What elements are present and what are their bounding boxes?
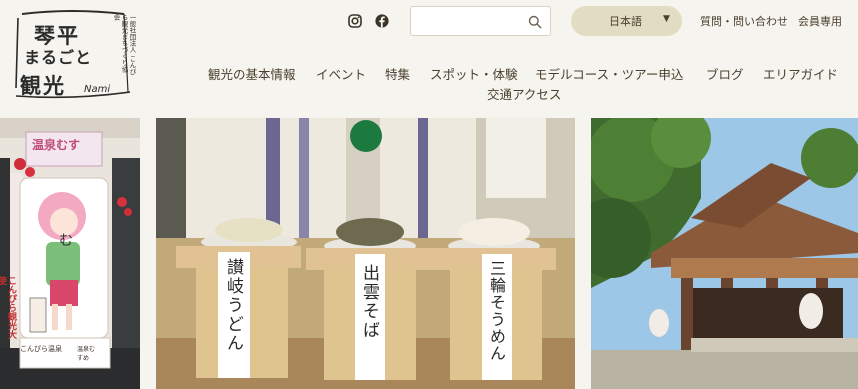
nav-blog[interactable]: ブログ [706, 64, 744, 83]
logo-line-3: 観光 [20, 73, 66, 98]
nav-access[interactable]: 交通アクセス [487, 84, 561, 103]
nav-basic-info[interactable]: 観光の基本情報 [208, 64, 296, 83]
facebook-icon[interactable] [374, 13, 390, 29]
members-link[interactable]: 会員専用 [798, 13, 842, 29]
standee-caption: こんぴら温泉 [20, 345, 62, 353]
search-box [410, 6, 551, 36]
nav-spots[interactable]: スポット・体験 [430, 64, 518, 83]
site-header: 琴平 まるごと 観光 Nami 一般社団法人 こんぴら観光まちづくり協会 日本語… [0, 0, 858, 112]
ambassador-sash: こんぴら観光大使 [0, 276, 16, 339]
photo-konpira-shrine[interactable] [591, 118, 858, 389]
nav-features[interactable]: 特集 [385, 64, 410, 83]
instagram-icon[interactable] [347, 13, 363, 29]
language-label: 日本語 [609, 15, 642, 28]
photo-noodle-offerings[interactable]: 讃岐うどん 出雲そば 三輪そうめん [156, 118, 575, 389]
contact-link[interactable]: 質問・問い合わせ [700, 13, 788, 29]
standee-mark: 温泉むすめ [77, 346, 96, 362]
logo-nami: Nami [84, 84, 111, 95]
label-miwa-somen: 三輪そうめん [487, 260, 506, 362]
photo-onsen-musume[interactable]: 温泉むす こんぴら観光大使 こんぴら温泉 温泉むすめ む [0, 118, 140, 389]
site-logo[interactable]: 琴平 まるごと 観光 Nami 一般社団法人 こんぴら観光まちづくり協会 [12, 8, 136, 100]
logo-line-2: まるごと [24, 48, 93, 67]
search-input[interactable] [417, 11, 521, 33]
nav-model-course[interactable]: モデルコース・ツアー申込 [535, 64, 683, 83]
caret-down-icon: ▼ [663, 14, 670, 24]
logo-organization: 一般社団法人 こんぴら観光まちづくり協会 [112, 14, 136, 75]
nav-events[interactable]: イベント [316, 64, 366, 83]
search-icon[interactable] [528, 14, 542, 29]
language-select[interactable]: 日本語 ▼ [571, 6, 682, 36]
label-izumo-soba: 出雲そば [359, 264, 379, 340]
label-sanuki-udon: 讃岐うどん [223, 258, 243, 353]
onsen-sign: 温泉むす [32, 138, 81, 152]
head-badge: む [59, 233, 73, 249]
nav-area-guide[interactable]: エリアガイド [763, 64, 838, 83]
